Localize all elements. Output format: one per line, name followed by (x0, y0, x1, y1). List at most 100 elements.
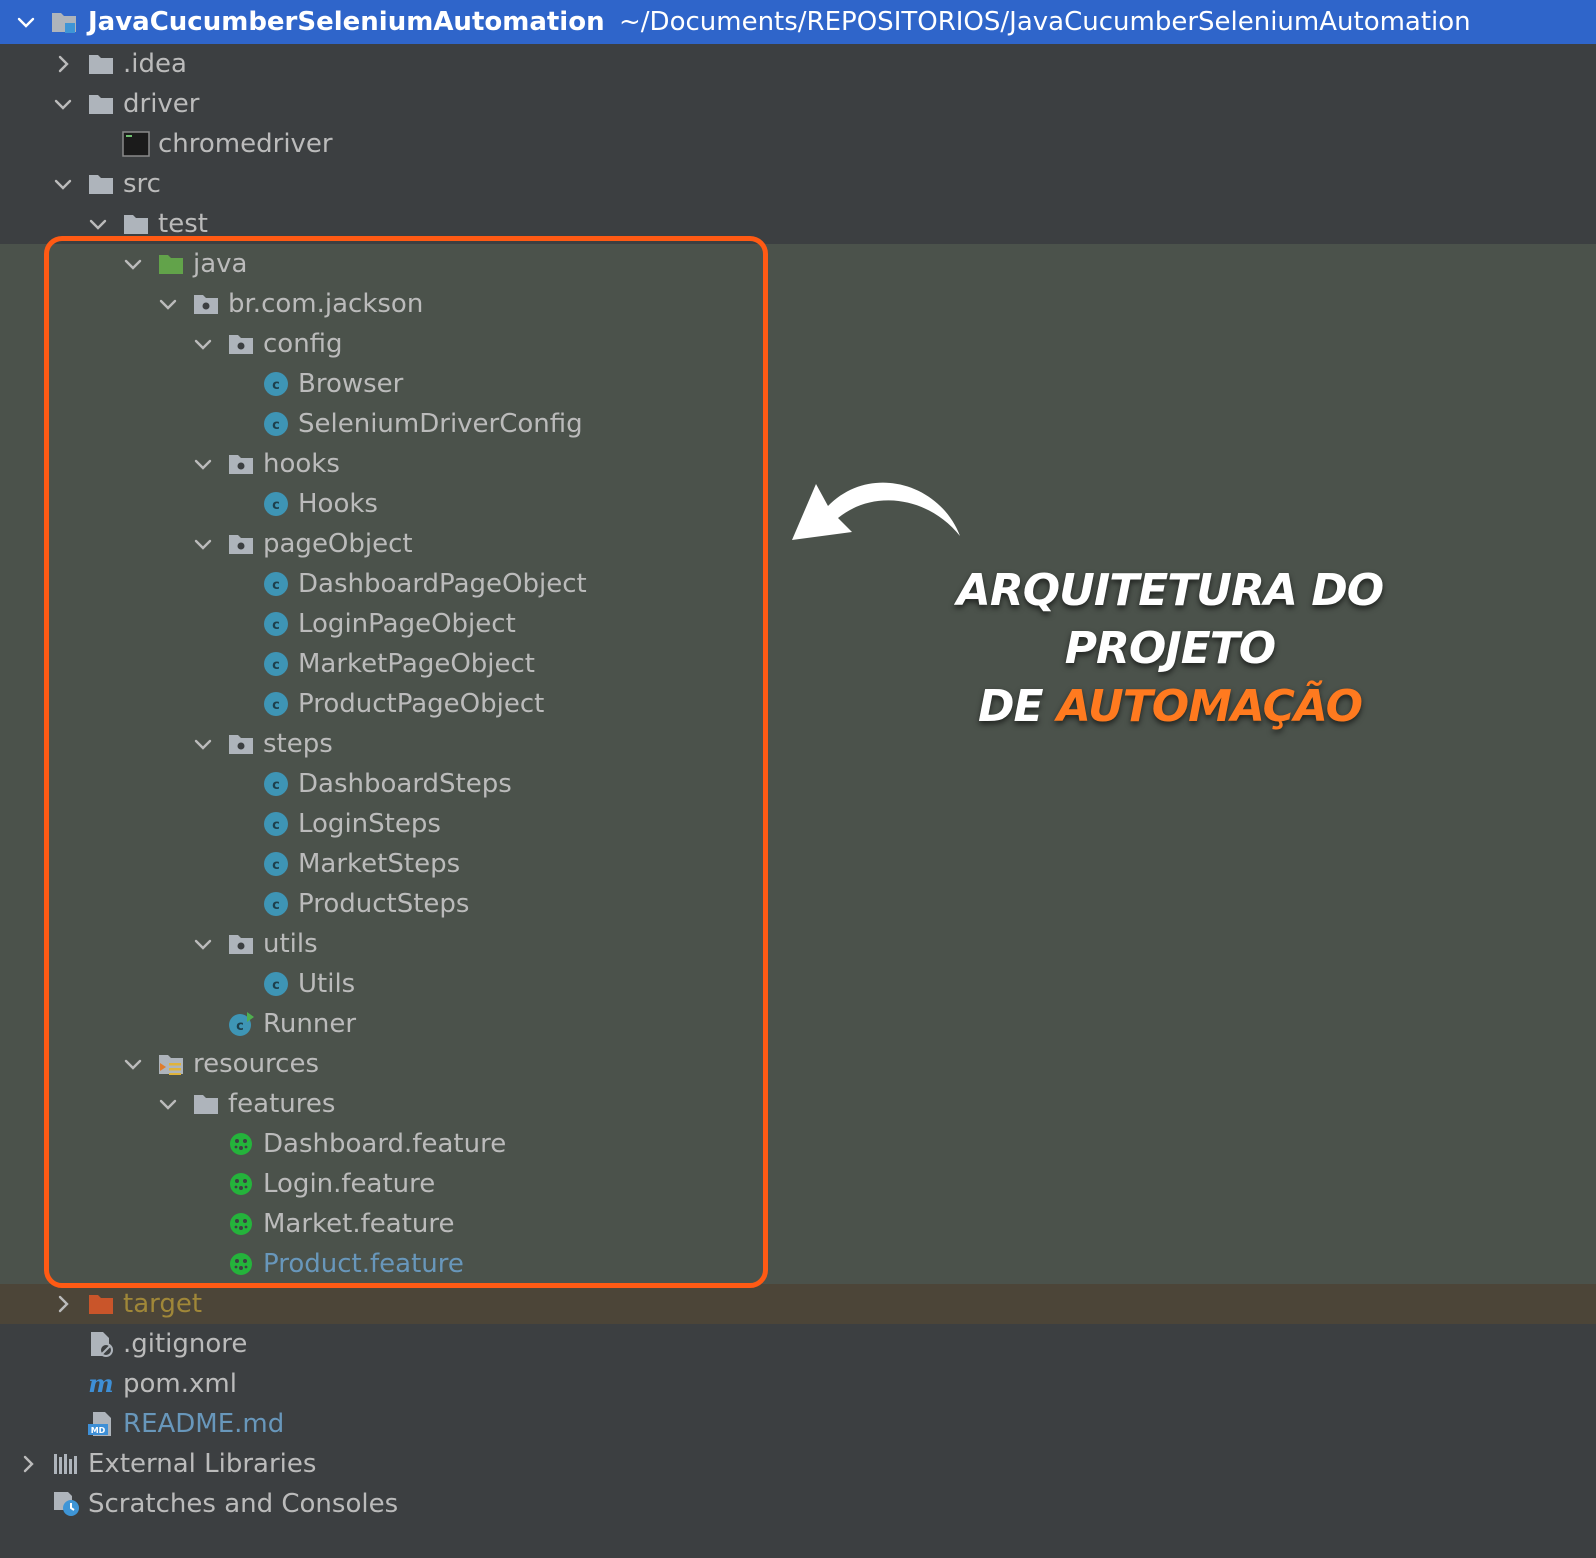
tree-row[interactable]: c Runner (0, 1004, 1596, 1044)
chevron-down-icon[interactable] (191, 732, 215, 756)
svg-text:c: c (272, 898, 280, 913)
tree-row[interactable]: chromedriver (0, 124, 1596, 164)
tree-row[interactable]: c SeleniumDriverConfig (0, 404, 1596, 444)
tree-row[interactable]: Product.feature (0, 1244, 1596, 1284)
chevron-right-icon[interactable] (16, 1452, 40, 1476)
tree-row[interactable]: c DashboardSteps (0, 764, 1596, 804)
svg-text:c: c (236, 1019, 244, 1034)
tree-row[interactable]: m pom.xml (0, 1364, 1596, 1404)
svg-text:c: c (272, 418, 280, 433)
java-class-icon: c (262, 491, 290, 517)
chevron-down-icon[interactable] (191, 532, 215, 556)
java-class-icon: c (262, 611, 290, 637)
tree-item-label: features (228, 1089, 336, 1119)
tree-row[interactable]: features (0, 1084, 1596, 1124)
tree-item-label: pageObject (263, 529, 413, 559)
tree-row[interactable]: .gitignore (0, 1324, 1596, 1364)
tree-row[interactable]: Dashboard.feature (0, 1124, 1596, 1164)
tree-row[interactable]: java (0, 244, 1596, 284)
resources-folder-icon (157, 1051, 185, 1077)
tree-item-label: ProductPageObject (298, 689, 545, 719)
java-class-icon: c (262, 411, 290, 437)
excluded-folder-icon (87, 1291, 115, 1317)
java-runnable-class-icon: c (227, 1011, 255, 1037)
svg-text:c: c (272, 858, 280, 873)
tree-item-label: java (193, 249, 248, 279)
tree-row[interactable]: c Utils (0, 964, 1596, 1004)
tree-item-label: Market.feature (263, 1209, 455, 1239)
chevron-right-icon[interactable] (51, 1292, 75, 1316)
svg-text:c: c (272, 498, 280, 513)
chevron-down-icon[interactable] (86, 212, 110, 236)
tree-item-label: Browser (298, 369, 404, 399)
tree-row[interactable]: driver (0, 84, 1596, 124)
folder-icon (87, 91, 115, 117)
tree-item-label: steps (263, 729, 333, 759)
tree-row[interactable]: c LoginSteps (0, 804, 1596, 844)
tree-item-label: MarketPageObject (298, 649, 535, 679)
tree-item-label: ProductSteps (298, 889, 470, 919)
cucumber-icon (227, 1251, 255, 1277)
chevron-down-icon[interactable] (51, 92, 75, 116)
tree-row[interactable]: test (0, 204, 1596, 244)
svg-text:c: c (272, 778, 280, 793)
tree-row[interactable]: target (0, 1284, 1596, 1324)
tree-item-label: External Libraries (88, 1449, 317, 1479)
svg-text:MD: MD (91, 1426, 106, 1435)
tree-item-label: Scratches and Consoles (88, 1489, 399, 1519)
tree-item-label: test (158, 209, 208, 239)
java-class-icon: c (262, 571, 290, 597)
tree-row[interactable]: .idea (0, 44, 1596, 84)
tree-row[interactable]: c MarketSteps (0, 844, 1596, 884)
tree-row[interactable]: c Browser (0, 364, 1596, 404)
tree-row[interactable]: MD README.md (0, 1404, 1596, 1444)
chevron-down-icon[interactable] (191, 932, 215, 956)
tree-item-label: pom.xml (123, 1369, 237, 1399)
java-class-icon: c (262, 811, 290, 837)
tree-item-label: resources (193, 1049, 320, 1079)
chevron-right-icon[interactable] (51, 52, 75, 76)
tree-row[interactable]: c ProductSteps (0, 884, 1596, 924)
caption-line-2: DE AUTOMAÇÃO (870, 678, 1470, 736)
chevron-down-icon[interactable] (156, 292, 180, 316)
chevron-down-icon[interactable] (156, 1092, 180, 1116)
tree-item-label: src (123, 169, 161, 199)
chevron-down-icon[interactable] (191, 332, 215, 356)
tree-row[interactable]: Login.feature (0, 1164, 1596, 1204)
tree-item-label: README.md (123, 1409, 285, 1439)
tree-row[interactable]: config (0, 324, 1596, 364)
java-class-icon: c (262, 691, 290, 717)
folder-icon (192, 1091, 220, 1117)
tree-item-label: MarketSteps (298, 849, 461, 879)
chevron-down-icon[interactable] (121, 1052, 145, 1076)
project-path: ~/Documents/REPOSITORIOS/JavaCucumberSel… (619, 7, 1471, 37)
svg-text:c: c (272, 818, 280, 833)
chevron-down-icon[interactable] (51, 172, 75, 196)
tree-item-label: config (263, 329, 343, 359)
tree-row[interactable]: src (0, 164, 1596, 204)
tree-row[interactable]: utils (0, 924, 1596, 964)
tree-row[interactable]: Scratches and Consoles (0, 1484, 1596, 1524)
architecture-caption: ARQUITETURA DO PROJETO DE AUTOMAÇÃO (870, 562, 1470, 736)
tree-item-label: Utils (298, 969, 356, 999)
tree-item-label: SeleniumDriverConfig (298, 409, 583, 439)
package-icon (227, 731, 255, 757)
tree-item-label: br.com.jackson (228, 289, 424, 319)
tree-row[interactable]: External Libraries (0, 1444, 1596, 1484)
svg-text:c: c (272, 618, 280, 633)
tree-item-label: .idea (123, 49, 187, 79)
project-name: JavaCucumberSeleniumAutomation (88, 7, 605, 37)
chevron-down-icon[interactable] (191, 452, 215, 476)
chevron-down-icon[interactable] (121, 252, 145, 276)
tree-row[interactable]: Market.feature (0, 1204, 1596, 1244)
tree-item-label: chromedriver (158, 129, 333, 159)
package-icon (227, 331, 255, 357)
tree-item-label: LoginSteps (298, 809, 441, 839)
tree-item-label: .gitignore (123, 1329, 248, 1359)
markdown-icon: MD (87, 1411, 115, 1437)
tree-root-row[interactable]: JavaCucumberSeleniumAutomation ~/Document… (0, 0, 1596, 44)
chevron-down-icon[interactable] (14, 10, 38, 34)
tree-row[interactable]: br.com.jackson (0, 284, 1596, 324)
libraries-icon (52, 1451, 80, 1477)
tree-row[interactable]: resources (0, 1044, 1596, 1084)
